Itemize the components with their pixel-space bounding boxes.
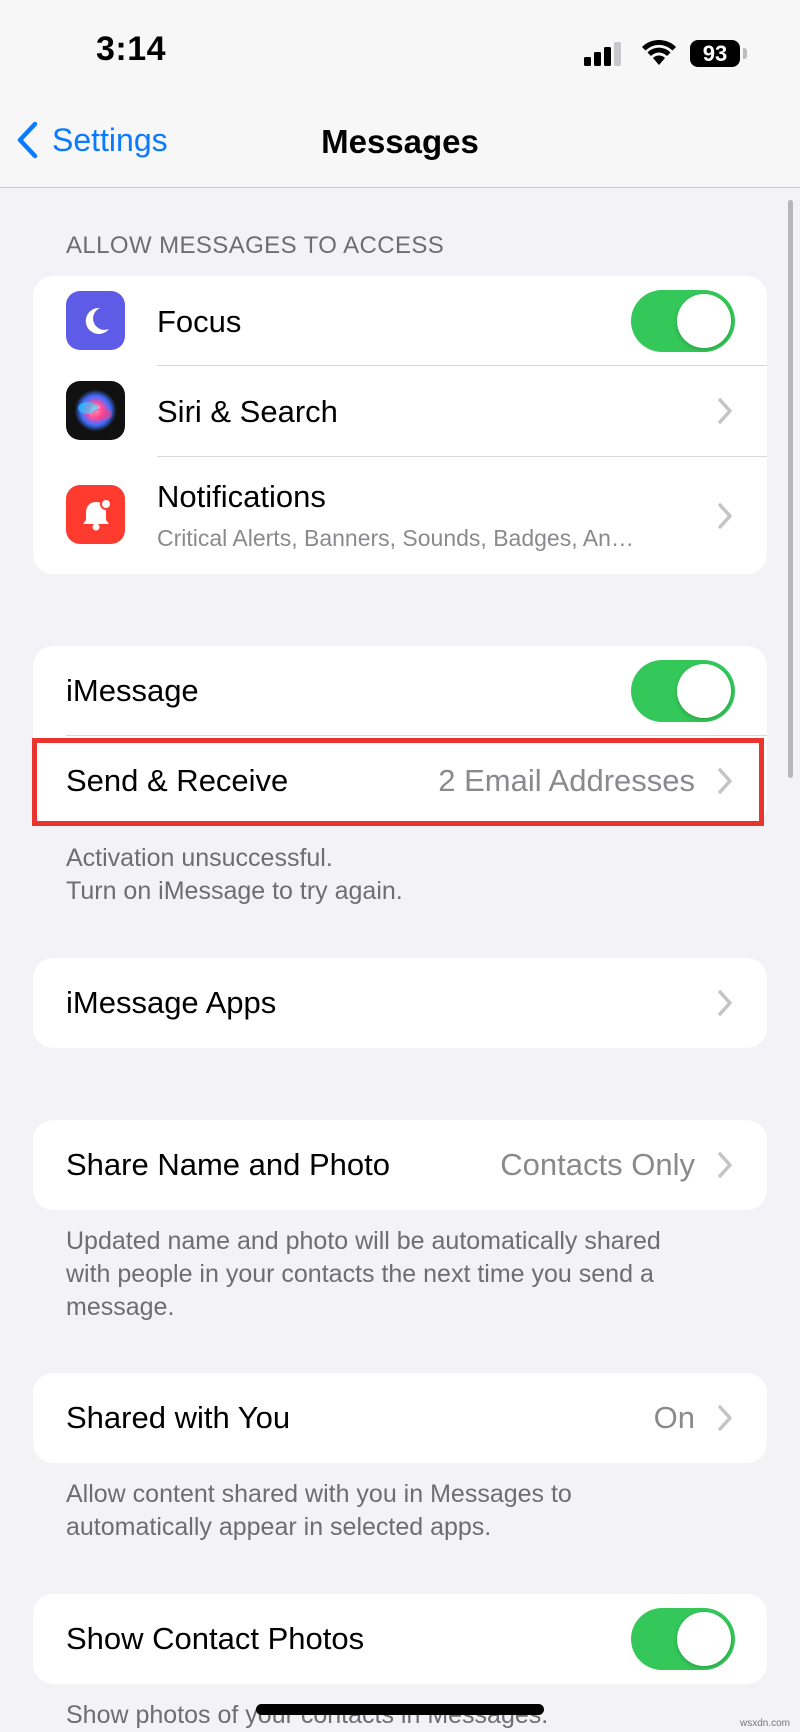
cellular-signal-icon: [584, 42, 621, 66]
shared-footer-line: automatically appear in selected apps.: [66, 1513, 492, 1541]
share-name-group: Share Name and Photo Contacts Only: [33, 1120, 767, 1210]
toggle-knob: [677, 1612, 731, 1666]
siri-search-row[interactable]: Siri & Search: [33, 366, 767, 456]
imessage-toggle[interactable]: [631, 660, 735, 722]
notifications-label: Notifications: [157, 479, 326, 514]
share-name-value: Contacts Only: [500, 1147, 695, 1182]
siri-icon: [66, 381, 125, 440]
scrollbar[interactable]: [788, 200, 793, 778]
shared-footer-line: Allow content shared with you in Message…: [66, 1480, 572, 1508]
siri-search-label: Siri & Search: [157, 394, 338, 429]
page-title: Messages: [321, 123, 479, 160]
section-header-allow-access: ALLOW MESSAGES TO ACCESS: [66, 232, 445, 259]
share-footer-line: message.: [66, 1293, 175, 1321]
imessage-apps-group: iMessage Apps: [33, 958, 767, 1048]
share-name-row[interactable]: Share Name and Photo Contacts Only: [33, 1120, 767, 1210]
allow-access-group: Focus Siri & Search Notifications Critic…: [33, 276, 767, 574]
focus-toggle[interactable]: [631, 290, 735, 352]
imessage-footer-line: Turn on iMessage to try again.: [66, 877, 403, 905]
shared-with-you-row[interactable]: Shared with You On: [33, 1373, 767, 1463]
shared-with-you-label: Shared with You: [66, 1400, 291, 1435]
battery-tip: [743, 48, 747, 59]
imessage-label: iMessage: [66, 673, 199, 708]
imessage-apps-row[interactable]: iMessage Apps: [33, 958, 767, 1048]
navigation-bar: Settings Messages: [0, 95, 800, 188]
chevron-right-icon: [718, 990, 732, 1016]
wifi-icon: [642, 39, 676, 65]
chevron-right-icon: [718, 398, 732, 424]
shared-with-you-group: Shared with You On: [33, 1373, 767, 1463]
focus-row[interactable]: Focus: [33, 276, 767, 366]
contact-photos-row[interactable]: Show Contact Photos: [33, 1594, 767, 1684]
shared-with-you-footer: Allow content shared with you in Message…: [66, 1478, 756, 1544]
status-time: 3:14: [96, 30, 167, 68]
notifications-row[interactable]: Notifications Critical Alerts, Banners, …: [33, 457, 767, 574]
imessage-apps-label: iMessage Apps: [66, 985, 277, 1020]
chevron-right-icon: [718, 1152, 732, 1178]
chevron-right-icon: [718, 1405, 732, 1431]
toggle-knob: [677, 664, 731, 718]
highlight-box: [32, 738, 764, 826]
notifications-subtitle: Critical Alerts, Banners, Sounds, Badges…: [157, 525, 634, 551]
moon-icon: [66, 291, 125, 350]
contact-photos-group: Show Contact Photos: [33, 1594, 767, 1684]
home-indicator[interactable]: [256, 1704, 544, 1715]
share-name-footer: Updated name and photo will be automatic…: [66, 1225, 756, 1324]
imessage-footer-line: Activation unsuccessful.: [66, 844, 333, 872]
status-bar: 3:14 93: [0, 0, 800, 95]
share-footer-line: with people in your contacts the next ti…: [66, 1260, 654, 1288]
shared-with-you-value: On: [653, 1400, 695, 1435]
focus-label: Focus: [157, 304, 242, 339]
bell-icon: [66, 485, 125, 544]
chevron-right-icon: [718, 503, 732, 529]
share-name-label: Share Name and Photo: [66, 1147, 390, 1182]
watermark: wsxdn.com: [740, 1718, 791, 1729]
imessage-footer: Activation unsuccessful. Turn on iMessag…: [66, 842, 756, 908]
share-footer-line: Updated name and photo will be automatic…: [66, 1227, 661, 1255]
toggle-knob: [677, 294, 731, 348]
contact-photos-label: Show Contact Photos: [66, 1621, 365, 1656]
contact-photos-toggle[interactable]: [631, 1608, 735, 1670]
imessage-row[interactable]: iMessage: [33, 646, 767, 736]
battery-indicator: 93: [690, 40, 740, 67]
